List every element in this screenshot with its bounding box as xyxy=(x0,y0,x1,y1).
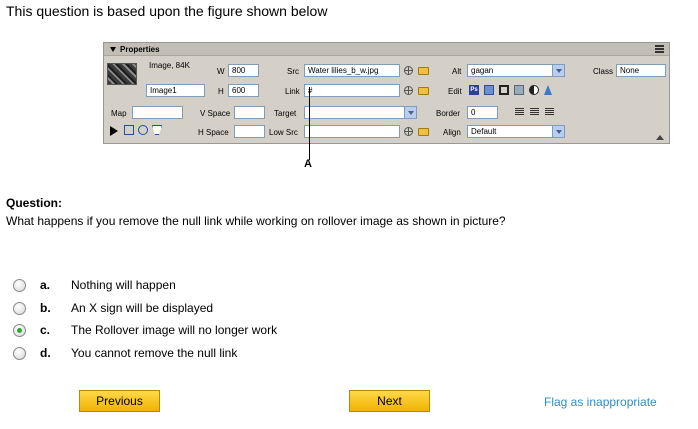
next-button[interactable]: Next xyxy=(349,390,430,412)
question-heading: Question: xyxy=(6,196,62,210)
callout-line xyxy=(309,87,310,160)
src-label: Src xyxy=(287,67,299,76)
link-field[interactable]: # xyxy=(304,84,400,97)
lowsrc-browse-folder-icon[interactable] xyxy=(418,128,429,136)
class-select[interactable]: None xyxy=(616,64,666,77)
circle-hotspot-icon[interactable] xyxy=(138,125,148,135)
sharpen-icon[interactable] xyxy=(544,85,552,95)
pointer-hotspot-icon[interactable] xyxy=(110,126,118,136)
option-b[interactable]: b. An X sign will be displayed xyxy=(13,300,213,316)
chevron-down-icon[interactable] xyxy=(404,107,416,118)
edit-label: Edit xyxy=(448,87,462,96)
option-c[interactable]: c. The Rollover image will no longer wor… xyxy=(13,322,277,338)
browse-folder-icon[interactable] xyxy=(418,67,429,75)
option-letter: c. xyxy=(40,323,51,337)
map-label: Map xyxy=(111,109,127,118)
chevron-down-icon[interactable] xyxy=(552,126,564,137)
rectangle-hotspot-icon[interactable] xyxy=(124,125,134,135)
target-select[interactable] xyxy=(304,106,417,119)
map-name-field[interactable] xyxy=(132,106,183,119)
properties-panel: Properties Image, 84K Image1 W 800 H 600… xyxy=(103,42,670,144)
vspace-label: V Space xyxy=(200,109,231,118)
radio-option-a[interactable] xyxy=(13,278,26,292)
lowsrc-point-to-file-icon[interactable] xyxy=(404,127,413,136)
align-left-icon[interactable] xyxy=(515,108,524,116)
vspace-field[interactable] xyxy=(234,106,265,119)
border-label: Border xyxy=(436,109,461,118)
hspace-label: H Space xyxy=(198,128,229,137)
resample-icon[interactable] xyxy=(514,85,524,95)
alt-label: Alt xyxy=(452,67,462,76)
properties-title: Properties xyxy=(120,45,160,54)
polygon-hotspot-icon[interactable] xyxy=(152,125,162,135)
panel-menu-icon[interactable] xyxy=(655,45,664,53)
crop-icon[interactable] xyxy=(499,85,509,95)
width-label: W xyxy=(217,67,225,76)
photoshop-edit-icon[interactable]: Ps xyxy=(469,85,479,95)
intro-text: This question is based upon the figure s… xyxy=(6,3,328,19)
chevron-down-icon[interactable] xyxy=(552,65,564,76)
link-point-to-file-icon[interactable] xyxy=(404,86,413,95)
option-letter: a. xyxy=(40,278,51,292)
alt-select[interactable]: gagan xyxy=(467,64,565,77)
link-label: Link xyxy=(285,87,300,96)
option-a[interactable]: a. Nothing will happen xyxy=(13,277,176,293)
align-right-icon[interactable] xyxy=(545,108,554,116)
link-browse-folder-icon[interactable] xyxy=(418,87,429,95)
option-letter: d. xyxy=(40,346,51,360)
collapse-triangle-icon[interactable] xyxy=(110,47,116,53)
point-to-file-icon[interactable] xyxy=(404,66,413,75)
lowsrc-field[interactable] xyxy=(304,125,400,138)
option-letter: b. xyxy=(40,301,51,315)
lowsrc-label: Low Src xyxy=(269,128,298,137)
option-text: Nothing will happen xyxy=(71,278,176,292)
image-name-field[interactable]: Image1 xyxy=(146,84,205,97)
height-label: H xyxy=(218,87,224,96)
align-select[interactable]: Default xyxy=(467,125,565,138)
align-value: Default xyxy=(471,127,497,136)
option-text: You cannot remove the null link xyxy=(71,346,238,360)
image-thumbnail xyxy=(107,63,137,85)
image-info-label: Image, 84K xyxy=(149,61,190,70)
align-label: Align xyxy=(443,128,461,137)
option-text: The Rollover image will no longer work xyxy=(71,323,278,337)
brightness-contrast-icon[interactable] xyxy=(529,85,539,95)
border-field[interactable]: 0 xyxy=(467,106,498,119)
height-field[interactable]: 600 xyxy=(228,84,259,97)
radio-option-d[interactable] xyxy=(13,346,26,360)
alt-value: gagan xyxy=(471,66,494,75)
option-text: An X sign will be displayed xyxy=(71,301,214,315)
hspace-field[interactable] xyxy=(234,125,265,138)
width-field[interactable]: 800 xyxy=(228,64,259,77)
question-text: What happens if you remove the null link… xyxy=(6,214,506,228)
optimize-image-icon[interactable] xyxy=(484,85,494,95)
src-field[interactable]: Water lilies_b_w.jpg xyxy=(304,64,400,77)
radio-option-c[interactable] xyxy=(13,323,26,337)
target-label: Target xyxy=(274,109,297,118)
class-label: Class xyxy=(593,67,614,76)
previous-button[interactable]: Previous xyxy=(79,390,160,412)
expand-panel-icon[interactable] xyxy=(656,135,664,140)
option-d[interactable]: d. You cannot remove the null link xyxy=(13,345,237,361)
align-center-icon[interactable] xyxy=(530,108,539,116)
radio-option-b[interactable] xyxy=(13,301,26,315)
callout-label: A xyxy=(304,158,312,170)
flag-link[interactable]: Flag as inappropriate xyxy=(544,395,657,409)
properties-titlebar[interactable]: Properties xyxy=(104,43,669,56)
